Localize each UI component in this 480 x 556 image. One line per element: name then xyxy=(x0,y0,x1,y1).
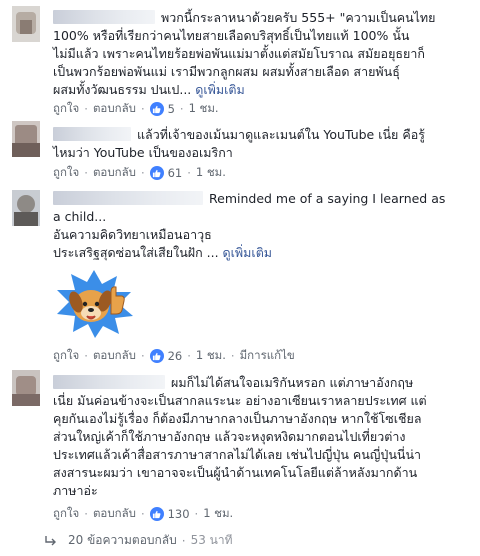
edited-label[interactable]: มีการแก้ไข xyxy=(240,347,295,365)
comment-body: Reminded me of a saying I learned as a c… xyxy=(53,190,472,262)
comment-text-line: ไม่มีแล้ว เพราะคนไทยร้อยพ่อพันแม่มาตั้งแ… xyxy=(53,46,425,61)
like-count[interactable]: 61 xyxy=(149,166,183,180)
see-more-link[interactable]: ดูเพิ่มเติม xyxy=(195,82,245,97)
comment-text-line: อันความคิดวิทยาเหมือนอาวุธ xyxy=(53,227,212,242)
comment-body: แล้วที่เจ้าของเม้นมาดูและเมนต์ใน YouTube… xyxy=(53,126,472,162)
dog-thumbs-up-sticker[interactable] xyxy=(53,268,135,338)
comment-text-line: ประเทศแล้วเค้าสื่อสารภาษาสากลไม่ได้เลย เ… xyxy=(53,447,422,462)
view-replies-row: 20 ข้อความตอบกลับ · 53 นาที xyxy=(44,531,233,550)
like-count[interactable]: 5 xyxy=(149,102,175,116)
separator-dot: · xyxy=(84,166,88,180)
thumbs-up-icon xyxy=(149,507,164,521)
separator-dot: · xyxy=(187,349,191,363)
separator-dot: · xyxy=(194,507,199,521)
timestamp[interactable]: 1 ชม. xyxy=(196,347,226,365)
reply-link[interactable]: ตอบกลับ xyxy=(93,505,136,523)
separator-dot: · xyxy=(84,507,88,521)
thumbs-up-icon xyxy=(149,102,164,116)
like-count[interactable]: 130 xyxy=(149,507,190,521)
comment-text-line: เนี่ย มันค่อนข้างจะเป็นสากลแระนะ อย่างอา… xyxy=(53,393,427,408)
comment-actions: ถูกใจ · ตอบกลับ · 130 · 1 ชม. xyxy=(53,506,233,522)
separator-dot: · xyxy=(187,166,191,180)
comment-text-line: เป็นพวกร้อยพ่อพันแม่ เรามีพวกลูกผสม ผสมท… xyxy=(53,64,400,79)
thumbs-up-icon xyxy=(149,349,164,363)
commenter-name[interactable] xyxy=(53,10,155,24)
comment-text-line: ภาษาอ่ะ xyxy=(53,483,98,498)
comment-text-line: 100% หรือที่เรียกว่าคนไทยสายเลือดบริสุทธ… xyxy=(53,28,410,43)
commenter-name[interactable] xyxy=(53,191,203,205)
separator-dot: · xyxy=(84,102,88,116)
comment-actions: ถูกใจ · ตอบกลับ · 5 · 1 ชม. xyxy=(53,101,219,117)
like-count-value: 130 xyxy=(167,507,190,521)
like-link[interactable]: ถูกใจ xyxy=(53,164,79,182)
thumbs-up-icon xyxy=(149,166,164,180)
separator-dot: · xyxy=(140,349,145,363)
replies-timestamp: 53 นาที xyxy=(190,533,233,547)
separator-dot: · xyxy=(181,533,186,548)
avatar[interactable] xyxy=(12,6,40,42)
separator-dot: · xyxy=(140,507,145,521)
comment-text-line: คุยกันเองไม่รู้เรื่อง ก็ต้องมีภาษากลางเป… xyxy=(53,411,422,426)
timestamp[interactable]: 1 ชม. xyxy=(196,164,226,182)
separator-dot: · xyxy=(140,166,145,180)
view-replies-link[interactable]: 20 ข้อความตอบกลับ xyxy=(68,531,177,550)
comment-text-line: ประเสริฐสุดซ่อนใส่เสียในฝัก ... xyxy=(53,245,219,260)
comment-text-line: ไหมว่า YouTube เป็นของอเมริกา xyxy=(53,145,233,160)
like-count[interactable]: 26 xyxy=(149,349,183,363)
comment-text-line: ผสมทั้งวัฒนธรรม ปนเป... xyxy=(53,82,192,97)
comment-text-line: ส่วนใหญ่เค้าก็ใช้ภาษาอังกฤษ แล้วจะหงุดหง… xyxy=(53,429,406,444)
see-more-link[interactable]: ดูเพิ่มเติม xyxy=(223,245,273,260)
timestamp[interactable]: 1 ชม. xyxy=(203,505,233,523)
comment-actions: ถูกใจ · ตอบกลับ · 26 · 1 ชม. · มีการแก้ไ… xyxy=(53,348,295,364)
like-link[interactable]: ถูกใจ xyxy=(53,505,79,523)
like-count-value: 5 xyxy=(167,102,175,116)
comment-text-line: สงสารนะผมว่า เขาอาจจะเป็นผู้นำด้านเทคโนโ… xyxy=(53,465,418,480)
reply-link[interactable]: ตอบกลับ xyxy=(93,347,136,365)
reply-arrow-icon xyxy=(44,535,58,547)
avatar[interactable] xyxy=(12,370,40,406)
comment-body: ผมก็ไม่ได้สนใจอเมริกันหรอก แต่ภาษาอังกฤษ… xyxy=(53,374,472,500)
separator-dot: · xyxy=(84,349,88,363)
comment-text-line: แล้วที่เจ้าของเม้นมาดูและเมนต์ใน YouTube… xyxy=(137,127,425,142)
comment-text-line: Reminded me of a saying I learned as xyxy=(209,191,446,206)
commenter-name[interactable] xyxy=(53,375,165,389)
avatar[interactable] xyxy=(12,190,40,226)
like-count-value: 26 xyxy=(167,349,183,363)
timestamp[interactable]: 1 ชม. xyxy=(189,100,219,118)
comment-text-line: ผมก็ไม่ได้สนใจอเมริกันหรอก แต่ภาษาอังกฤษ xyxy=(171,375,414,390)
reply-link[interactable]: ตอบกลับ xyxy=(93,164,136,182)
separator-dot: · xyxy=(179,102,184,116)
separator-dot: · xyxy=(230,349,235,363)
like-count-value: 61 xyxy=(167,166,183,180)
comment-text-line: พวกนี้กระลาหนาด้วยครับ 555+ "ความเป็นคนไ… xyxy=(161,10,436,25)
commenter-name[interactable] xyxy=(53,127,131,141)
reply-link[interactable]: ตอบกลับ xyxy=(93,100,136,118)
separator-dot: · xyxy=(140,102,145,116)
like-link[interactable]: ถูกใจ xyxy=(53,100,79,118)
avatar[interactable] xyxy=(12,121,40,157)
comment-text-line: a child... xyxy=(53,209,107,224)
comment-body: พวกนี้กระลาหนาด้วยครับ 555+ "ความเป็นคนไ… xyxy=(53,9,472,99)
like-link[interactable]: ถูกใจ xyxy=(53,347,79,365)
comment-actions: ถูกใจ · ตอบกลับ · 61 · 1 ชม. xyxy=(53,165,226,181)
